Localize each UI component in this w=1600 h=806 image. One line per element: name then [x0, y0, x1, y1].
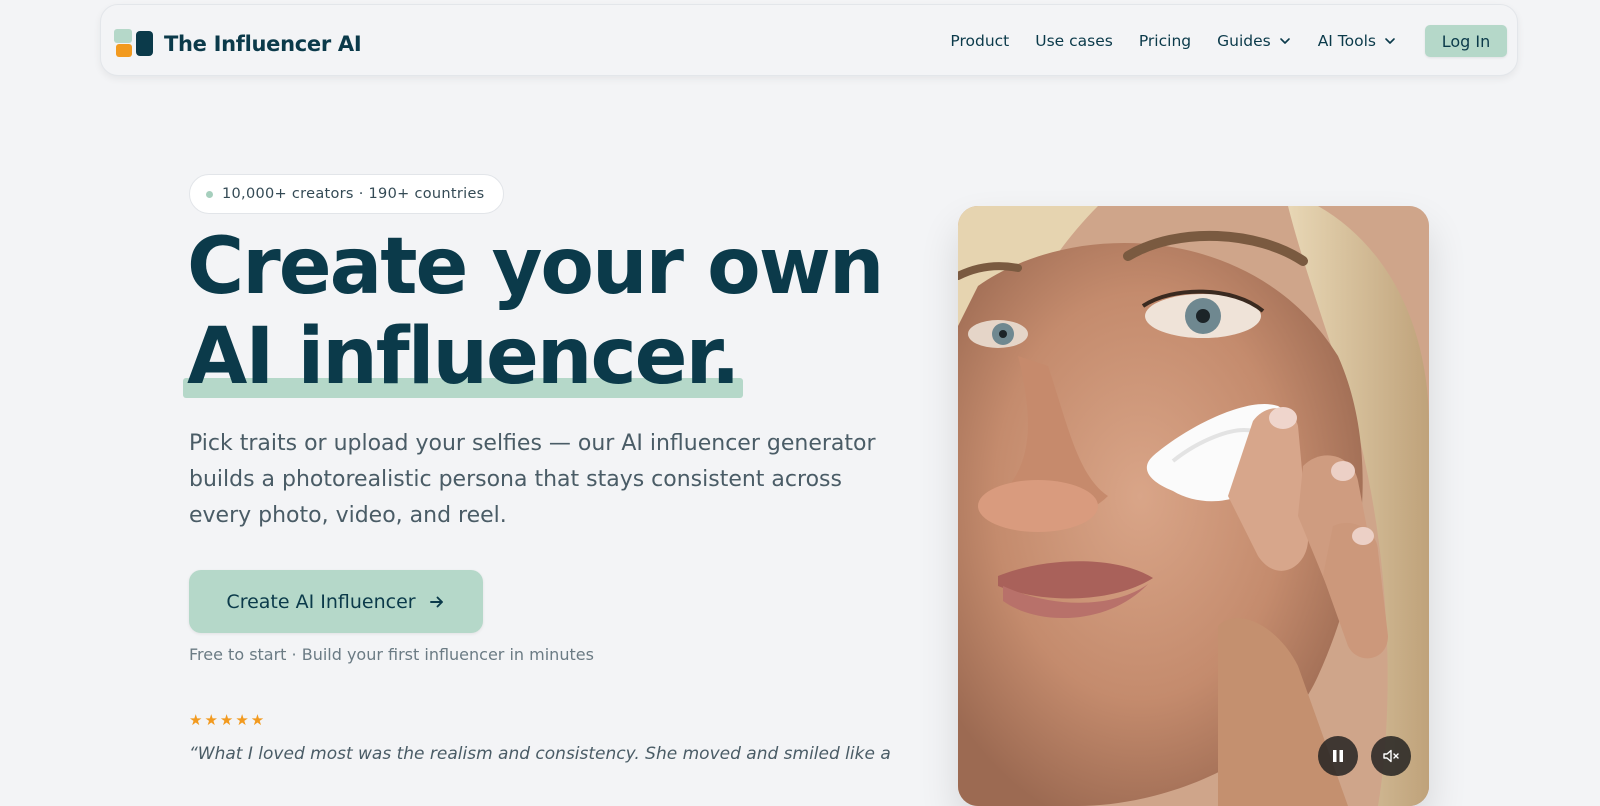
- cta-label: Create AI Influencer: [226, 590, 416, 613]
- cta-note: Free to start · Build your first influen…: [189, 645, 594, 664]
- badge-text: 10,000+ creators · 190+ countries: [222, 186, 485, 202]
- brand-name: The Influencer AI: [164, 32, 362, 56]
- top-navbar: The Influencer AI Product Use cases Pric…: [100, 4, 1518, 76]
- nav-link-label: Guides: [1217, 32, 1271, 50]
- logo-icon: [114, 29, 154, 59]
- headline-line-2: AI influencer.: [187, 312, 741, 402]
- video-frame: [958, 206, 1429, 806]
- nav-link-label: Use cases: [1035, 32, 1113, 50]
- badge-dot: [206, 190, 213, 198]
- nav-dropdown-guides[interactable]: Guides: [1217, 32, 1292, 50]
- nav-link-product[interactable]: Product: [950, 32, 1009, 50]
- hero-subcopy: Pick traits or upload your selfies — our…: [189, 431, 876, 528]
- pause-button[interactable]: [1318, 736, 1358, 776]
- nav-link-label: Pricing: [1138, 32, 1192, 50]
- pause-icon: [1333, 750, 1343, 762]
- chevron-down-icon: [1279, 38, 1290, 44]
- mute-icon: [1383, 749, 1399, 763]
- login-button[interactable]: Log In: [1425, 25, 1507, 57]
- hero-headline: Create your own AI influencer.: [183, 222, 884, 402]
- nav-link-label: Product: [950, 32, 1010, 50]
- social-proof-badge: 10,000+ creators · 190+ countries: [189, 174, 504, 214]
- brand-logo[interactable]: The Influencer AI: [114, 28, 362, 60]
- chevron-down-icon: [1385, 38, 1395, 44]
- testimonial-quote: “What I loved most was the realism and c…: [189, 744, 891, 764]
- nav-links: Product Use cases Pricing Guides AI Tool…: [950, 25, 1507, 57]
- create-influencer-button[interactable]: Create AI Influencer: [189, 570, 483, 633]
- mute-button[interactable]: [1371, 736, 1411, 776]
- hero-video[interactable]: [958, 206, 1429, 806]
- nav-link-label: AI Tools: [1317, 32, 1376, 50]
- nav-link-pricing[interactable]: Pricing: [1139, 32, 1191, 50]
- arrow-right-icon: [429, 596, 443, 607]
- nav-link-use-cases[interactable]: Use cases: [1035, 32, 1113, 50]
- headline-line-1: Create your own: [187, 222, 884, 312]
- nav-dropdown-ai-tools[interactable]: AI Tools: [1318, 32, 1397, 50]
- rating-stars: ★★★★★: [189, 711, 267, 729]
